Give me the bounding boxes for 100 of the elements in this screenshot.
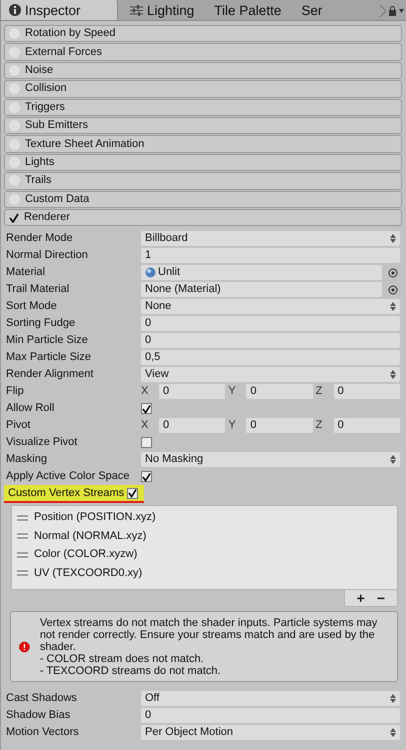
number-field[interactable]: 0 [334, 384, 400, 400]
drag-handle-icon[interactable] [17, 514, 28, 521]
module-label: Collision [25, 82, 67, 96]
module-header[interactable]: Collision [4, 80, 402, 98]
module-label: Triggers [25, 100, 65, 114]
property-label: Flip [5, 385, 25, 398]
object-field[interactable]: None (Material) [141, 282, 382, 298]
target-icon[interactable] [388, 268, 398, 278]
drag-handle-icon[interactable] [17, 533, 28, 540]
module-header[interactable]: Lights [4, 154, 402, 172]
stream-item[interactable]: Position (POSITION.xyz) [34, 511, 156, 524]
add-button[interactable]: + [354, 591, 367, 606]
axis-label: Z [316, 385, 324, 398]
axis-label: Y [228, 385, 237, 398]
module-label: Sub Emitters [25, 119, 88, 132]
number-field[interactable]: 1 [141, 248, 400, 264]
module-label: Lights [25, 156, 54, 169]
property-label: Trail Material [5, 283, 70, 296]
property-label: Pivot [5, 419, 32, 432]
object-field[interactable]: Unlit [141, 265, 382, 280]
drag-handle-icon[interactable] [17, 552, 28, 558]
error-message: Vertex streams do not match the shader inputs. Particle systems may not render correctly. Ensure your streams match and are used by the shader. - COLOR stream does not match. - TEXCOORD streams do not match. [40, 617, 378, 678]
number-field[interactable]: 0 [159, 384, 226, 400]
number-field[interactable]: 0 [246, 384, 313, 400]
checkbox[interactable] [141, 437, 152, 448]
tab[interactable]: Inspector [0, 0, 118, 20]
check-icon [128, 488, 138, 498]
checkbox[interactable] [127, 488, 138, 499]
drag-handle-icon[interactable] [17, 570, 28, 576]
property-label: Material [5, 266, 46, 280]
number-field[interactable]: 0 [246, 418, 313, 434]
checkbox[interactable] [141, 471, 152, 482]
toggle-icon[interactable] [9, 28, 20, 40]
lock-icon[interactable] [389, 6, 396, 16]
property-label: Apply Active Color Space [5, 470, 131, 484]
number-field[interactable]: 0 [159, 418, 226, 434]
number-field[interactable]: 0 [141, 708, 400, 724]
stepper-icon [390, 455, 396, 464]
toggle-icon[interactable] [9, 64, 20, 76]
axis-label: Z [316, 419, 324, 432]
dropdown[interactable]: No Masking [141, 452, 400, 468]
stepper-icon [390, 370, 396, 380]
property-label: Max Particle Size [5, 351, 92, 364]
number-field[interactable]: 0 [141, 333, 400, 348]
tab[interactable]: Ser [293, 1, 330, 20]
module-header[interactable]: Renderer [4, 208, 402, 226]
tab[interactable]: Lighting [122, 1, 202, 20]
property-label: Normal Direction [5, 249, 89, 262]
module-header[interactable]: Sub Emitters [4, 116, 402, 134]
stepper-icon [390, 302, 396, 312]
dropdown[interactable]: Billboard [141, 231, 400, 246]
module-header[interactable]: Noise [4, 62, 402, 80]
toggle-icon[interactable] [9, 194, 20, 205]
dropdown[interactable]: View [141, 367, 400, 382]
number-field[interactable]: 0,5 [141, 350, 400, 366]
check-icon [142, 404, 151, 414]
remove-button[interactable]: − [374, 591, 387, 606]
module-label: Noise [25, 64, 54, 77]
axis-label: X [141, 419, 150, 432]
sphere-icon [145, 267, 156, 278]
number-field[interactable]: 0 [141, 316, 400, 332]
property-label: Render Mode [5, 232, 74, 246]
module-header[interactable]: External Forces [4, 43, 402, 61]
module-label: Trails [25, 174, 52, 188]
property-label: Min Particle Size [5, 334, 89, 348]
property-label: Sorting Fudge [5, 317, 76, 330]
toggle-icon[interactable] [9, 156, 20, 168]
info-icon [9, 4, 21, 16]
module-label: Texture Sheet Animation [25, 138, 144, 151]
caret-icon[interactable] [399, 8, 404, 12]
module-label: Rotation by Speed [25, 27, 116, 40]
axis-label: Y [228, 419, 237, 432]
toggle-icon[interactable] [9, 120, 20, 132]
property-label: Visualize Pivot [5, 436, 78, 450]
property-label: Motion Vectors [5, 726, 80, 740]
tab[interactable]: Tile Palette [206, 1, 290, 20]
dropdown[interactable]: None [141, 299, 400, 314]
axis-label: X [141, 385, 150, 398]
property-label: Render Alignment [5, 368, 94, 382]
stream-item[interactable]: UV (TEXCOORD0.xy) [34, 566, 142, 580]
check-icon [142, 472, 151, 482]
module-label: Custom Data [25, 192, 90, 206]
dropdown[interactable]: Per Object Motion [141, 725, 400, 740]
module-header[interactable]: Triggers [4, 98, 402, 116]
module-header[interactable]: Rotation by Speed [4, 25, 402, 42]
stream-item[interactable]: Normal (NORMAL.xyz) [34, 530, 146, 543]
toggle-icon[interactable] [9, 102, 20, 113]
module-header[interactable]: Custom Data [4, 190, 402, 208]
stream-item[interactable]: Color (COLOR.xyzw) [34, 548, 138, 562]
property-label: Allow Roll [5, 402, 56, 416]
dropdown[interactable]: Off [141, 691, 400, 706]
checkbox[interactable] [141, 403, 152, 414]
module-header[interactable]: Trails [4, 172, 402, 190]
stepper-icon [390, 728, 396, 738]
target-icon[interactable] [388, 284, 398, 295]
number-field[interactable]: 0 [334, 418, 400, 434]
stepper-icon [390, 694, 396, 704]
property-label: Masking [5, 453, 48, 466]
module-header[interactable]: Texture Sheet Animation [4, 135, 402, 153]
property-label: Cast Shadows [5, 692, 78, 706]
